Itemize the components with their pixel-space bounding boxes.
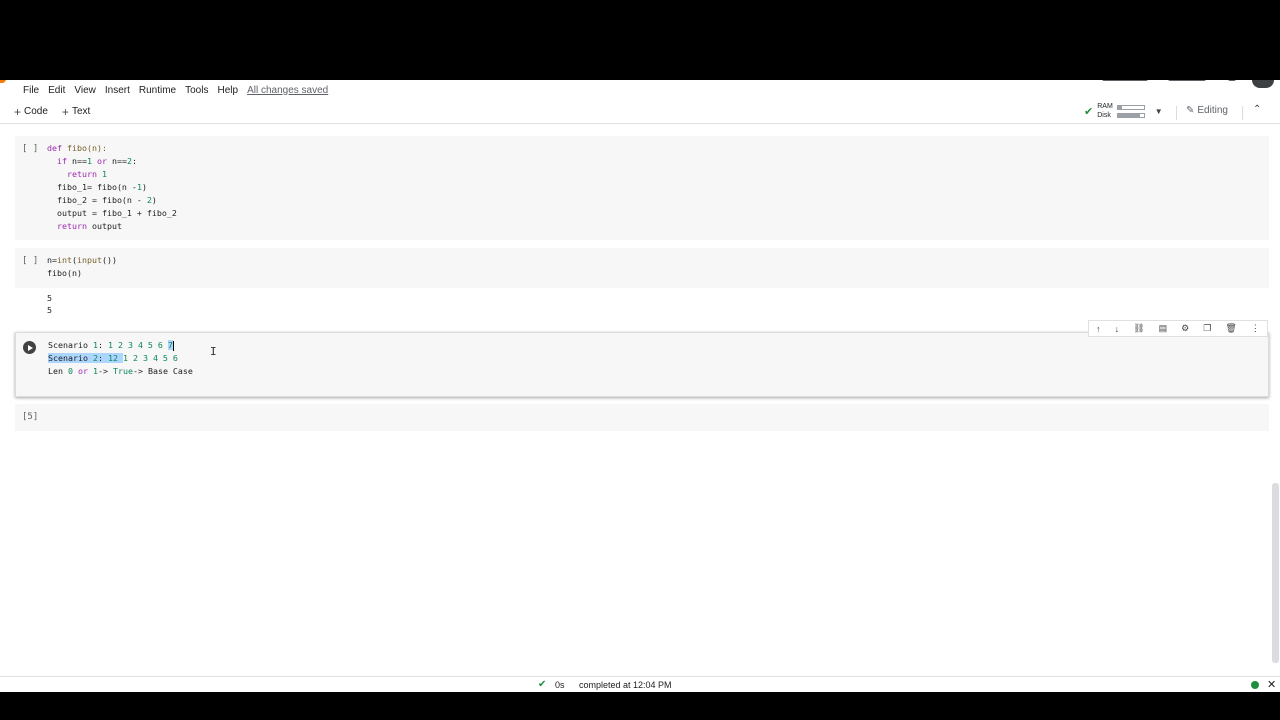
resource-bars (1116, 104, 1145, 118)
code-line: fibo(n) (47, 268, 82, 278)
link-icon[interactable]: ⛓ (1133, 323, 1144, 334)
code-editor[interactable]: Scenario 1: 1 2 3 4 5 6 7 Scenario 2: 12… (48, 339, 193, 378)
code-keyword: return (57, 221, 87, 231)
disk-bar (1116, 112, 1145, 118)
code-cell[interactable]: [ ] n=int(input()) fibo(n) (15, 248, 1269, 288)
cell-toolbar: ↑ ↓ ⛓ ▤ ⚙ ❐ 🗑 ⋮ (1088, 320, 1268, 337)
elapsed-time: 0s (555, 680, 565, 690)
chevron-down-icon[interactable]: ▼ (1155, 107, 1163, 116)
code-keyword: if (57, 156, 67, 166)
status-bar: ✔ 0s completed at 12:04 PM ✕ (0, 676, 1280, 692)
menu-runtime[interactable]: Runtime (139, 85, 176, 96)
pencil-icon: ✎ (1186, 105, 1195, 116)
delete-icon[interactable]: 🗑 (1225, 323, 1236, 334)
toolbar-divider (1176, 106, 1177, 120)
disk-label: Disk (1097, 112, 1111, 119)
code-line: fibo(n): (67, 143, 107, 153)
plus-icon: + (61, 104, 69, 119)
connection-status-dot (1251, 681, 1259, 689)
code-line: Scenario 1: 1 2 3 4 5 6 7 (48, 340, 174, 351)
code-line: fibo_2 = fibo(n - 2) (57, 195, 157, 205)
output-line: 5 (47, 293, 52, 303)
code-line: output (91, 221, 122, 231)
code-line: n==1 or n==2: (72, 156, 137, 166)
menu-tools[interactable]: Tools (185, 85, 208, 96)
resources-indicator[interactable]: ✔ RAM Disk ▼ (1084, 102, 1163, 120)
resource-labels: RAM Disk (1097, 102, 1113, 120)
settings-icon[interactable]: ⚙ (1181, 323, 1189, 334)
check-icon: ✔ (538, 679, 547, 690)
ram-label: RAM (1097, 103, 1113, 110)
code-line: Len 0 or 1-> True-> Base Case (48, 366, 193, 376)
code-line: output = fibo_1 + fibo_2 (57, 208, 177, 218)
cell-execution-count[interactable]: [ ] (22, 256, 38, 266)
add-text-button[interactable]: + Text (62, 105, 90, 119)
scrollbar[interactable] (1272, 483, 1279, 663)
code-cell[interactable]: [ ] def fibo(n): if n==1 or n==2: return… (15, 136, 1269, 240)
menu-view[interactable]: View (74, 85, 96, 96)
code-line: fibo_1= fibo(n -1) (57, 182, 147, 192)
run-cell-button[interactable] (23, 341, 36, 354)
add-code-button[interactable]: + Code (14, 105, 48, 119)
code-line: Scenario 2: 12 1 2 3 4 5 6 (48, 353, 178, 363)
collapse-header-icon[interactable]: ⌃ (1253, 104, 1261, 115)
menu-help[interactable]: Help (217, 85, 238, 96)
execution-status[interactable]: completed at 12:04 PM (579, 680, 672, 690)
menu-file[interactable]: File (23, 85, 39, 96)
code-keyword: return (66, 169, 97, 179)
mirror-icon[interactable]: ❐ (1203, 323, 1211, 334)
text-cursor-icon: I (210, 345, 217, 358)
code-editor[interactable]: def fibo(n): if n==1 or n==2: return 1 f… (47, 142, 177, 233)
connected-check-icon: ✔ (1084, 105, 1094, 118)
save-status-link[interactable]: All changes saved (247, 85, 328, 96)
add-text-label: Text (71, 106, 91, 117)
cell-output: 5 5 (47, 292, 52, 316)
toolbar-divider (1242, 106, 1243, 120)
menu-bar: File Edit View Insert Runtime Tools Help… (0, 81, 1280, 99)
comment-icon[interactable]: ▤ (1159, 323, 1168, 334)
ram-bar (1116, 104, 1145, 110)
code-keyword: def (47, 143, 62, 153)
cell-execution-count[interactable]: [ ] (22, 144, 38, 154)
editing-mode-button[interactable]: ✎ Editing (1186, 105, 1228, 116)
move-down-icon[interactable]: ↓ (1115, 324, 1120, 334)
code-line: n=int(input()) (47, 255, 117, 265)
editing-label: Editing (1197, 105, 1228, 116)
more-icon[interactable]: ⋮ (1251, 323, 1260, 334)
menu-insert[interactable]: Insert (105, 85, 130, 96)
colab-notebook-window: File Edit View Insert Runtime Tools Help… (0, 80, 1280, 692)
menu-edit[interactable]: Edit (48, 85, 65, 96)
code-line: 1 (101, 169, 107, 179)
code-editor[interactable]: n=int(input()) fibo(n) (47, 254, 117, 280)
add-code-label: Code (24, 106, 48, 117)
active-code-cell[interactable]: Scenario 1: 1 2 3 4 5 6 7 Scenario 2: 12… (15, 332, 1269, 397)
cell-execution-count[interactable]: [5] (22, 412, 38, 422)
move-up-icon[interactable]: ↑ (1096, 324, 1101, 334)
plus-icon: + (14, 104, 22, 119)
close-icon[interactable]: ✕ (1267, 678, 1276, 691)
code-cell[interactable]: [5] (15, 404, 1269, 431)
output-line: 5 (47, 305, 52, 315)
